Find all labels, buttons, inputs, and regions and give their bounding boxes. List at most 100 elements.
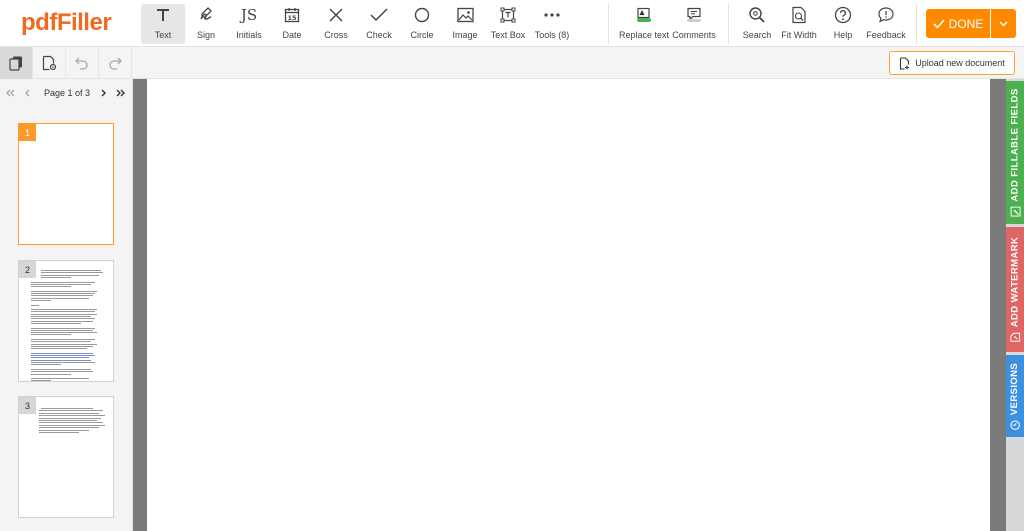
check-icon bbox=[370, 4, 388, 26]
thumbnail-text-line bbox=[31, 362, 95, 363]
thumbnail-text-line bbox=[31, 357, 89, 359]
chevron-left-icon bbox=[25, 89, 30, 97]
upload-new-document-button[interactable]: Upload new document bbox=[889, 51, 1015, 75]
thumbnail-text-line bbox=[39, 417, 101, 419]
help-icon bbox=[834, 4, 852, 26]
thumbnail-text-line bbox=[39, 432, 79, 433]
redo-icon bbox=[109, 57, 122, 70]
page-thumbnail-2[interactable]: 2 bbox=[18, 260, 114, 382]
thumbnail-text-line bbox=[31, 343, 97, 345]
fit-width-button[interactable]: Fit Width bbox=[780, 4, 818, 44]
thumbnail-text-line bbox=[31, 371, 93, 373]
double-chevron-right-icon bbox=[116, 89, 125, 97]
thumbnail-text-line bbox=[31, 295, 93, 297]
check-tool-button[interactable]: Check bbox=[364, 4, 394, 44]
thumbnail-text-line bbox=[31, 373, 71, 375]
thumbnail-text-line bbox=[41, 274, 99, 276]
thumbnail-text-line bbox=[31, 327, 95, 329]
replace-text-button[interactable]: Replace text bbox=[618, 4, 670, 44]
versions-tab[interactable]: VERSIONS bbox=[1006, 355, 1024, 437]
fit-width-icon bbox=[791, 4, 807, 26]
pages-icon bbox=[9, 56, 22, 71]
thumbnail-text-line bbox=[31, 281, 95, 283]
thumbnail-text-line bbox=[31, 339, 95, 340]
toolbar-divider bbox=[608, 4, 609, 44]
text-box-tool-button[interactable]: Text Box bbox=[489, 4, 527, 44]
undo-button[interactable] bbox=[66, 47, 99, 79]
done-options-dropdown[interactable] bbox=[991, 9, 1016, 38]
image-tool-button[interactable]: Image bbox=[450, 4, 480, 44]
comments-button[interactable]: Comments bbox=[672, 4, 716, 44]
first-page-button[interactable] bbox=[3, 85, 17, 101]
next-page-button[interactable] bbox=[97, 85, 111, 101]
circle-tool-button[interactable]: Circle bbox=[407, 4, 437, 44]
image-icon bbox=[456, 4, 474, 26]
thumbnail-text-line bbox=[31, 364, 61, 366]
thumbnail-text-line bbox=[31, 329, 93, 331]
toolbar-divider bbox=[916, 4, 917, 44]
calendar-icon: 15 bbox=[284, 4, 300, 26]
thumbnail-text-line bbox=[31, 368, 91, 370]
fillable-field-icon bbox=[1010, 206, 1020, 217]
replace-text-icon bbox=[635, 4, 653, 26]
previous-page-button[interactable] bbox=[20, 85, 34, 101]
history-clock-icon bbox=[1010, 419, 1020, 430]
thumbnail-text-line bbox=[39, 422, 103, 424]
sign-tool-button[interactable]: Sign bbox=[191, 4, 221, 44]
thumbnail-text-line bbox=[31, 304, 39, 306]
thumbnail-text-line bbox=[31, 359, 91, 361]
thumbnail-text-line bbox=[31, 320, 93, 322]
thumbnail-text-line bbox=[31, 316, 91, 317]
document-settings-button[interactable] bbox=[33, 47, 66, 79]
thumbnail-text-line bbox=[39, 424, 105, 426]
thumbnail-text-line bbox=[31, 283, 91, 285]
more-dots-icon bbox=[543, 4, 561, 26]
thumbnail-text-line bbox=[31, 318, 95, 320]
double-chevron-left-icon bbox=[6, 89, 15, 97]
text-icon bbox=[155, 4, 171, 26]
thumbnail-text-line bbox=[41, 270, 101, 271]
chevron-right-icon bbox=[101, 89, 106, 97]
help-button[interactable]: Help bbox=[830, 4, 856, 44]
cross-icon bbox=[328, 4, 344, 26]
page-thumbnail-3[interactable]: 3 bbox=[18, 396, 114, 518]
thumbnail-text-line bbox=[31, 341, 91, 343]
page-thumbnails-toggle[interactable] bbox=[0, 47, 33, 79]
thumbnail-text-line bbox=[31, 345, 93, 347]
circle-icon bbox=[414, 4, 430, 26]
top-toolbar: pdfFiller Text Sign JS Initials 15 Date … bbox=[0, 0, 1024, 47]
done-button[interactable]: DONE bbox=[926, 9, 990, 38]
thumbnail-text-line bbox=[31, 380, 51, 382]
redo-button[interactable] bbox=[99, 47, 132, 79]
feedback-button[interactable]: Feedback bbox=[866, 4, 906, 44]
thumbnail-text-line bbox=[31, 348, 87, 350]
upload-document-icon bbox=[900, 56, 910, 70]
thumbnail-text-line bbox=[31, 378, 89, 380]
search-icon bbox=[748, 4, 766, 26]
date-tool-button[interactable]: 15 Date bbox=[278, 4, 306, 44]
add-fillable-fields-tab[interactable]: ADD FILLABLE FIELDS bbox=[1006, 81, 1024, 224]
document-gear-icon bbox=[42, 55, 57, 71]
watermark-icon bbox=[1010, 332, 1021, 342]
thumbnail-text-line bbox=[31, 286, 71, 288]
right-side-panel: ADD FILLABLE FIELDS ADD WATERMARK VERSIO… bbox=[1006, 79, 1024, 531]
more-tools-button[interactable]: Tools (8) bbox=[532, 4, 572, 44]
thumbnail-text-line bbox=[31, 311, 95, 313]
text-tool-button[interactable]: Text bbox=[141, 4, 185, 44]
search-button[interactable]: Search bbox=[741, 4, 773, 44]
page-navigator: Page 1 of 3 bbox=[0, 79, 133, 107]
page-thumbnail-1[interactable]: 1 bbox=[18, 123, 114, 245]
thumbnail-text-line bbox=[31, 309, 97, 311]
thumbnail-text-line bbox=[39, 410, 103, 412]
svg-text:15: 15 bbox=[287, 14, 297, 22]
cross-tool-button[interactable]: Cross bbox=[321, 4, 351, 44]
thumbnail-text-line bbox=[41, 408, 93, 409]
done-check-icon bbox=[933, 18, 945, 29]
document-page[interactable] bbox=[147, 79, 990, 531]
thumbnail-text-line bbox=[39, 429, 89, 431]
initials-tool-button[interactable]: JS Initials bbox=[233, 4, 265, 44]
last-page-button[interactable] bbox=[114, 85, 128, 101]
comment-icon bbox=[685, 4, 703, 26]
initials-icon: JS bbox=[240, 6, 258, 24]
add-watermark-tab[interactable]: ADD WATERMARK bbox=[1006, 227, 1024, 352]
